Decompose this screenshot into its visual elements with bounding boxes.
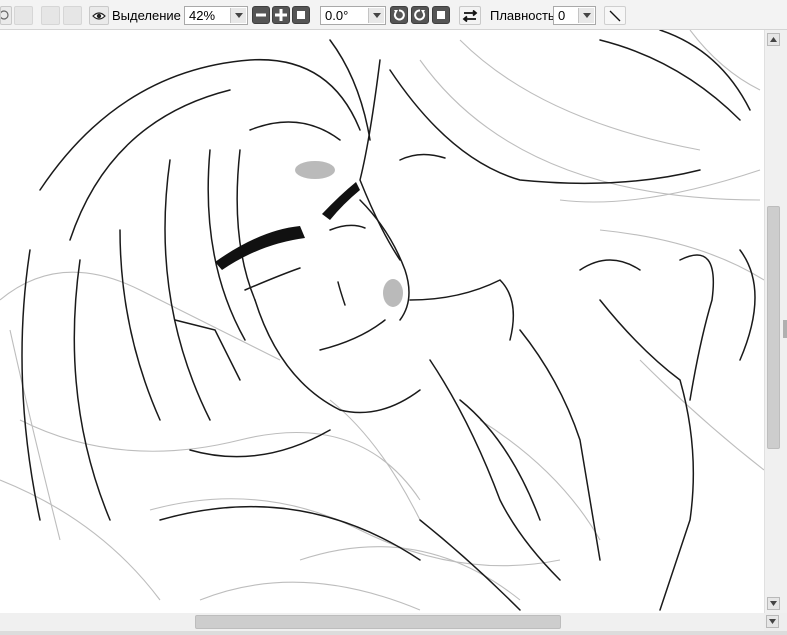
rotate-ccw-button[interactable]	[390, 6, 408, 24]
horizontal-scroll-thumb[interactable]	[195, 615, 561, 629]
lasso-icon	[0, 10, 9, 20]
flip-horizontal-icon	[462, 9, 478, 22]
zoom-select[interactable]: 42%	[184, 6, 248, 25]
chevron-down-icon	[230, 8, 246, 23]
scroll-up-button[interactable]	[767, 33, 780, 46]
chevron-down-icon	[769, 619, 776, 624]
flip-horizontal-button[interactable]	[459, 6, 481, 25]
rotate-cw-icon	[414, 9, 426, 21]
rotation-reset-button[interactable]	[432, 6, 450, 24]
horizontal-scrollbar[interactable]	[0, 613, 764, 631]
selection-label: Выделение	[112, 8, 181, 23]
status-strip	[0, 631, 787, 635]
copy-button[interactable]	[41, 6, 60, 25]
transform-button[interactable]	[14, 6, 33, 25]
scroll-down-button[interactable]	[767, 597, 780, 610]
panel-resize-handle[interactable]	[783, 320, 787, 338]
smoothing-label: Плавность	[490, 8, 555, 23]
zoom-out-button[interactable]	[252, 6, 270, 24]
rotate-cw-button[interactable]	[411, 6, 429, 24]
eye-icon	[92, 11, 106, 20]
paste-button[interactable]	[63, 6, 82, 25]
reset-icon	[437, 11, 445, 19]
line-icon	[609, 10, 621, 21]
plus-icon	[275, 9, 287, 21]
rotation-select[interactable]: 0.0°	[320, 6, 386, 25]
drawing-canvas[interactable]	[0, 30, 764, 613]
chevron-down-icon	[368, 8, 384, 23]
lasso-button[interactable]	[0, 6, 12, 25]
sketch-artwork	[0, 30, 764, 613]
chevron-up-icon	[770, 37, 777, 42]
rotation-value: 0.0°	[325, 8, 349, 23]
selection-visibility-button[interactable]	[89, 6, 109, 25]
line-tool-button[interactable]	[604, 6, 626, 25]
zoom-reset-button[interactable]	[292, 6, 310, 24]
rotate-ccw-icon	[393, 9, 405, 21]
chevron-down-icon	[578, 8, 594, 23]
smoothing-select[interactable]: 0	[553, 6, 596, 25]
canvas-toolbar: Выделение 42% 0.0° Плавность 0	[0, 0, 787, 30]
minus-icon	[256, 13, 266, 17]
scroll-down-button[interactable]	[766, 615, 779, 628]
chevron-down-icon	[770, 601, 777, 606]
square-icon	[297, 11, 305, 19]
vertical-scrollbar[interactable]	[764, 30, 782, 613]
zoom-in-button[interactable]	[272, 6, 290, 24]
zoom-value: 42%	[189, 8, 216, 23]
smoothing-value: 0	[558, 8, 566, 23]
vertical-scroll-thumb[interactable]	[767, 206, 780, 449]
